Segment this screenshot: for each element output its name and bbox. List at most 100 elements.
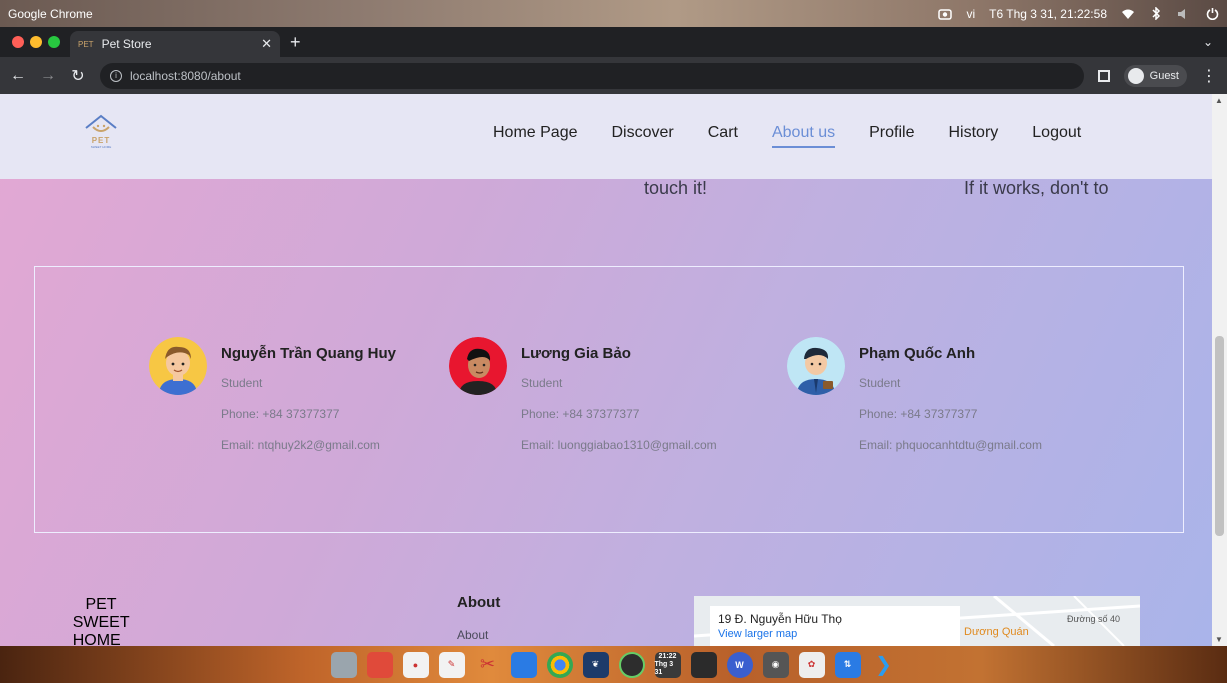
member-info: Nguyễn Trần Quang Huy Student Phone: +84… [221, 337, 396, 469]
map-place-card: 19 Đ. Nguyễn Hữu Thọ View larger map [710, 606, 960, 646]
team-member-card: Phạm Quốc Anh Student Phone: +84 3737737… [787, 337, 1042, 469]
files-app-icon[interactable] [330, 651, 357, 678]
businessman-avatar-icon [787, 337, 845, 395]
tab-title: Pet Store [101, 37, 152, 51]
nav-logout[interactable]: Logout [1032, 124, 1081, 142]
team-member-card: Lương Gia Bảo Student Phone: +84 3737737… [449, 337, 717, 469]
footer-about-link[interactable]: About [457, 628, 488, 642]
pet-house-logo-icon [85, 114, 117, 132]
member-role: Student [221, 376, 263, 390]
maximize-window-button[interactable] [48, 36, 60, 48]
close-window-button[interactable] [12, 36, 24, 48]
camera-app-icon[interactable]: ◉ [762, 651, 789, 678]
profile-label: Guest [1149, 69, 1179, 82]
scroll-down-icon[interactable]: ▼ [1215, 635, 1223, 644]
quote-right: If it works, don't to [964, 178, 1109, 198]
power-icon[interactable] [1205, 7, 1219, 21]
page-viewport: PET SWEET HOME Home Page Discover Cart A… [0, 94, 1227, 646]
wifi-icon[interactable] [1121, 7, 1135, 21]
member-phone: Phone: +84 37377377 [859, 407, 978, 421]
close-tab-icon[interactable]: ✕ [261, 36, 272, 52]
browser-menu-icon[interactable]: ⋮ [1201, 66, 1217, 86]
image-viewer-app-icon[interactable] [366, 651, 393, 678]
settings-app-icon[interactable]: ✿ [798, 651, 825, 678]
site-logo[interactable]: PET SWEET HOME [80, 114, 122, 156]
desktop-app-icon[interactable] [510, 651, 537, 678]
team-section: Nguyễn Trần Quang Huy Student Phone: +84… [34, 266, 1184, 533]
minimize-window-button[interactable] [30, 36, 42, 48]
member-phone: Phone: +84 37377377 [521, 407, 640, 421]
map-view-larger-link[interactable]: View larger map [718, 628, 952, 640]
member-name: Nguyễn Trần Quang Huy [221, 345, 397, 362]
map-poi-label: Dương Quán [964, 626, 1029, 638]
avatar [449, 337, 507, 395]
member-name: Lương Gia Bảo [521, 345, 631, 362]
document-editor-app-icon[interactable]: ✎ [438, 651, 465, 678]
nav-profile[interactable]: Profile [869, 124, 914, 142]
os-app-name: Google Chrome [8, 6, 93, 21]
scissors-app-icon[interactable]: ✂ [475, 652, 501, 678]
bluetooth-icon[interactable] [1149, 7, 1163, 21]
embedded-map[interactable]: 19 Đ. Nguyễn Hữu Thọ View larger map Đườ… [694, 596, 1140, 646]
forward-arrow-icon[interactable]: → [40, 67, 56, 85]
man-avatar-icon [449, 337, 507, 395]
volume-icon[interactable] [1177, 7, 1191, 21]
member-info: Lương Gia Bảo Student Phone: +84 3737737… [521, 337, 717, 469]
recorder-app-icon[interactable] [618, 651, 645, 678]
nav-about-us[interactable]: About us [771, 124, 836, 148]
footer-logo-text: PET [85, 596, 117, 613]
quote-left: touch it! [644, 178, 708, 198]
member-email[interactable]: Email: ntqhuy2k2@gmail.com [221, 438, 396, 452]
nav-history[interactable]: History [948, 124, 998, 142]
main-nav: Home Page Discover Cart About us Profile… [493, 124, 1081, 148]
clock-app-icon[interactable]: 21:22 Thg 3 31 [654, 651, 681, 678]
input-language[interactable]: vi [966, 7, 975, 21]
browser-tab-strip: PET Pet Store ✕ + ⌄ [0, 27, 1227, 57]
member-email[interactable]: Email: phquocanhtdtu@gmail.com [859, 438, 1042, 452]
nav-discover[interactable]: Discover [612, 124, 674, 142]
os-top-bar: Google Chrome vi T6 Thg 3 31, 21:22:58 [0, 0, 1227, 27]
chrome-app-icon[interactable] [546, 651, 573, 678]
nav-cart[interactable]: Cart [708, 124, 738, 142]
scrollbar-thumb[interactable] [1215, 336, 1224, 536]
pet-app-icon[interactable]: ❦ [582, 651, 609, 678]
terminal-app-icon[interactable] [690, 651, 717, 678]
profile-button[interactable]: Guest [1123, 64, 1187, 87]
wps-app-icon[interactable]: W [726, 651, 753, 678]
tab-favicon: PET [78, 39, 94, 49]
member-name: Phạm Quốc Anh [859, 345, 976, 362]
screenshot-icon[interactable] [938, 7, 953, 21]
dock-clock-date: Thg 3 31 [654, 660, 674, 676]
url-text[interactable]: localhost:8080/about [130, 69, 241, 83]
new-tab-icon[interactable]: + [290, 32, 301, 53]
map-road-label: Đường số 40 [1067, 614, 1120, 624]
pdf-reader-app-icon[interactable]: ● [402, 651, 429, 678]
browser-tab[interactable]: PET Pet Store ✕ [70, 31, 280, 57]
page-scrollbar[interactable]: ▲ ▼ [1212, 94, 1227, 646]
member-phone: Phone: +84 37377377 [221, 407, 340, 421]
back-arrow-icon[interactable]: ← [10, 67, 26, 85]
footer-logo[interactable]: PET SWEET HOME [73, 596, 130, 646]
member-info: Phạm Quốc Anh Student Phone: +84 3737737… [859, 337, 1042, 469]
side-panel-icon[interactable] [1097, 69, 1110, 82]
site-info-icon[interactable]: i [110, 69, 122, 82]
os-datetime[interactable]: T6 Thg 3 31, 21:22:58 [989, 7, 1107, 21]
reload-icon[interactable]: ↻ [70, 66, 86, 86]
logo-subtext: SWEET HOME [90, 145, 112, 149]
member-email[interactable]: Email: luonggiabao1310@gmail.com [521, 438, 717, 452]
nav-home-page[interactable]: Home Page [493, 124, 578, 142]
member-role: Student [859, 376, 901, 390]
vscode-app-icon[interactable]: ❯ [871, 652, 897, 678]
scroll-up-icon[interactable]: ▲ [1215, 96, 1223, 105]
avatar [149, 337, 207, 395]
member-role: Student [521, 376, 563, 390]
browser-toolbar: ← → ↻ i localhost:8080/about Guest ⋮ [0, 57, 1227, 94]
window-controls [0, 36, 70, 48]
transfer-app-icon[interactable]: ⇅ [834, 651, 861, 678]
address-bar[interactable]: i localhost:8080/about [100, 62, 1084, 89]
tab-search-chevron-icon[interactable]: ⌄ [1203, 35, 1213, 49]
os-dock: ● ✎ ✂ ❦ 21:22 Thg 3 31 W ◉ ✿ ⇅ ❯ [0, 646, 1227, 683]
boy-avatar-icon [149, 337, 207, 395]
footer-logo-subtext: SWEET HOME [72, 614, 130, 646]
map-address: 19 Đ. Nguyễn Hữu Thọ [718, 612, 842, 626]
